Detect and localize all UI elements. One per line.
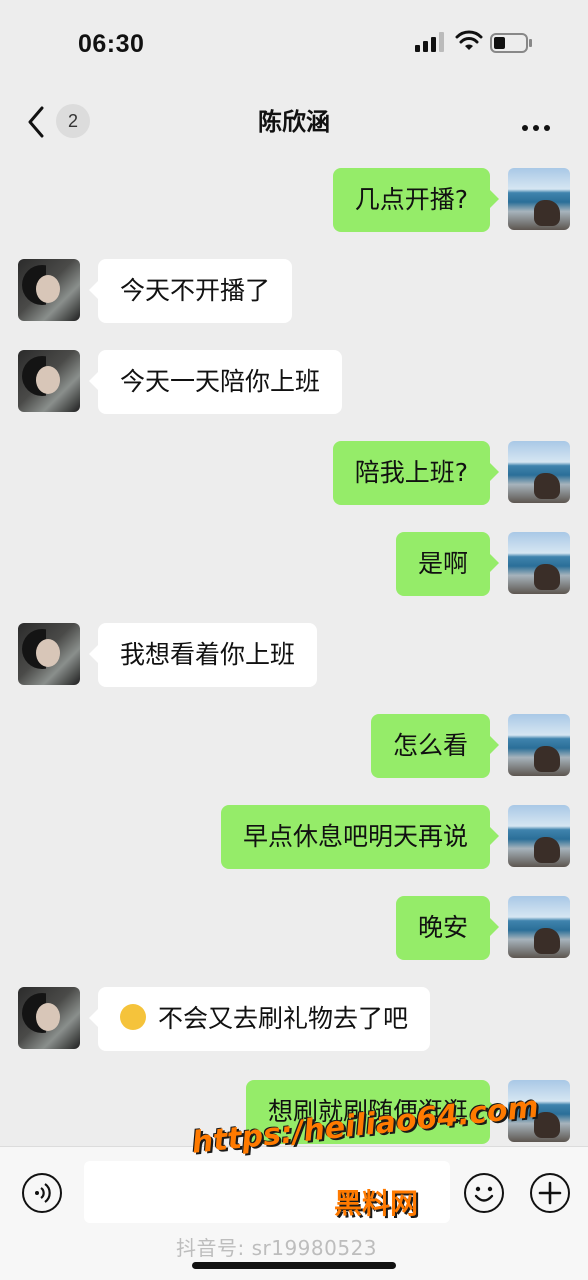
- battery-icon: [490, 33, 532, 53]
- message-row: 怎么看: [0, 714, 588, 778]
- message-bubble-contact[interactable]: 今天不开播了: [98, 259, 293, 323]
- self-avatar[interactable]: [508, 714, 570, 776]
- chat-title: 陈欣涵: [258, 108, 330, 136]
- self-avatar[interactable]: [508, 441, 570, 503]
- message-bubble-contact[interactable]: 我想看着你上班: [98, 623, 318, 687]
- wifi-icon: [455, 30, 483, 50]
- contact-avatar[interactable]: [18, 259, 80, 321]
- message-row: 几点开播?: [0, 168, 588, 232]
- cellular-signal-icon: [415, 32, 444, 52]
- message-bubble-self[interactable]: 陪我上班?: [332, 441, 490, 505]
- home-indicator[interactable]: [192, 1262, 396, 1269]
- message-bubble-contact[interactable]: 不会又去刷礼物去了吧: [98, 987, 431, 1051]
- status-bar: 06:30: [0, 0, 588, 90]
- self-avatar[interactable]: [508, 532, 570, 594]
- self-avatar[interactable]: [508, 896, 570, 958]
- status-time: 06:30: [78, 30, 145, 58]
- contact-avatar[interactable]: [18, 623, 80, 685]
- message-row: 我想看着你上班: [0, 623, 588, 687]
- message-text: 不会又去刷礼物去了吧: [158, 1004, 409, 1033]
- contact-avatar[interactable]: [18, 987, 80, 1049]
- message-row: 早点休息吧明天再说: [0, 805, 588, 869]
- more-options-icon[interactable]: [522, 116, 558, 131]
- watermark-site: 黑料网: [334, 1187, 419, 1220]
- voice-input-icon[interactable]: [22, 1173, 62, 1213]
- message-row: 是啊: [0, 532, 588, 596]
- contact-avatar[interactable]: [18, 350, 80, 412]
- thinking-face-icon: [120, 1004, 146, 1030]
- message-bubble-self[interactable]: 晚安: [395, 896, 490, 960]
- message-row: 今天一天陪你上班: [0, 350, 588, 414]
- watermark-douyin: 抖音号: sr19980523: [176, 1236, 378, 1260]
- plus-icon[interactable]: [530, 1173, 570, 1213]
- self-avatar[interactable]: [508, 805, 570, 867]
- message-bubble-self[interactable]: 怎么看: [370, 714, 490, 778]
- message-row: 不会又去刷礼物去了吧: [0, 987, 588, 1051]
- message-row: 陪我上班?: [0, 441, 588, 505]
- message-bubble-self[interactable]: 是啊: [395, 532, 490, 596]
- self-avatar[interactable]: [508, 168, 570, 230]
- message-bubble-contact[interactable]: 今天一天陪你上班: [98, 350, 343, 414]
- chat-header: 2 陈欣涵: [0, 92, 588, 152]
- message-bubble-self[interactable]: 几点开播?: [332, 168, 490, 232]
- message-row: 晚安: [0, 896, 588, 960]
- message-bubble-self[interactable]: 早点休息吧明天再说: [220, 805, 490, 869]
- emoji-icon[interactable]: [464, 1173, 504, 1213]
- message-row: 今天不开播了: [0, 259, 588, 323]
